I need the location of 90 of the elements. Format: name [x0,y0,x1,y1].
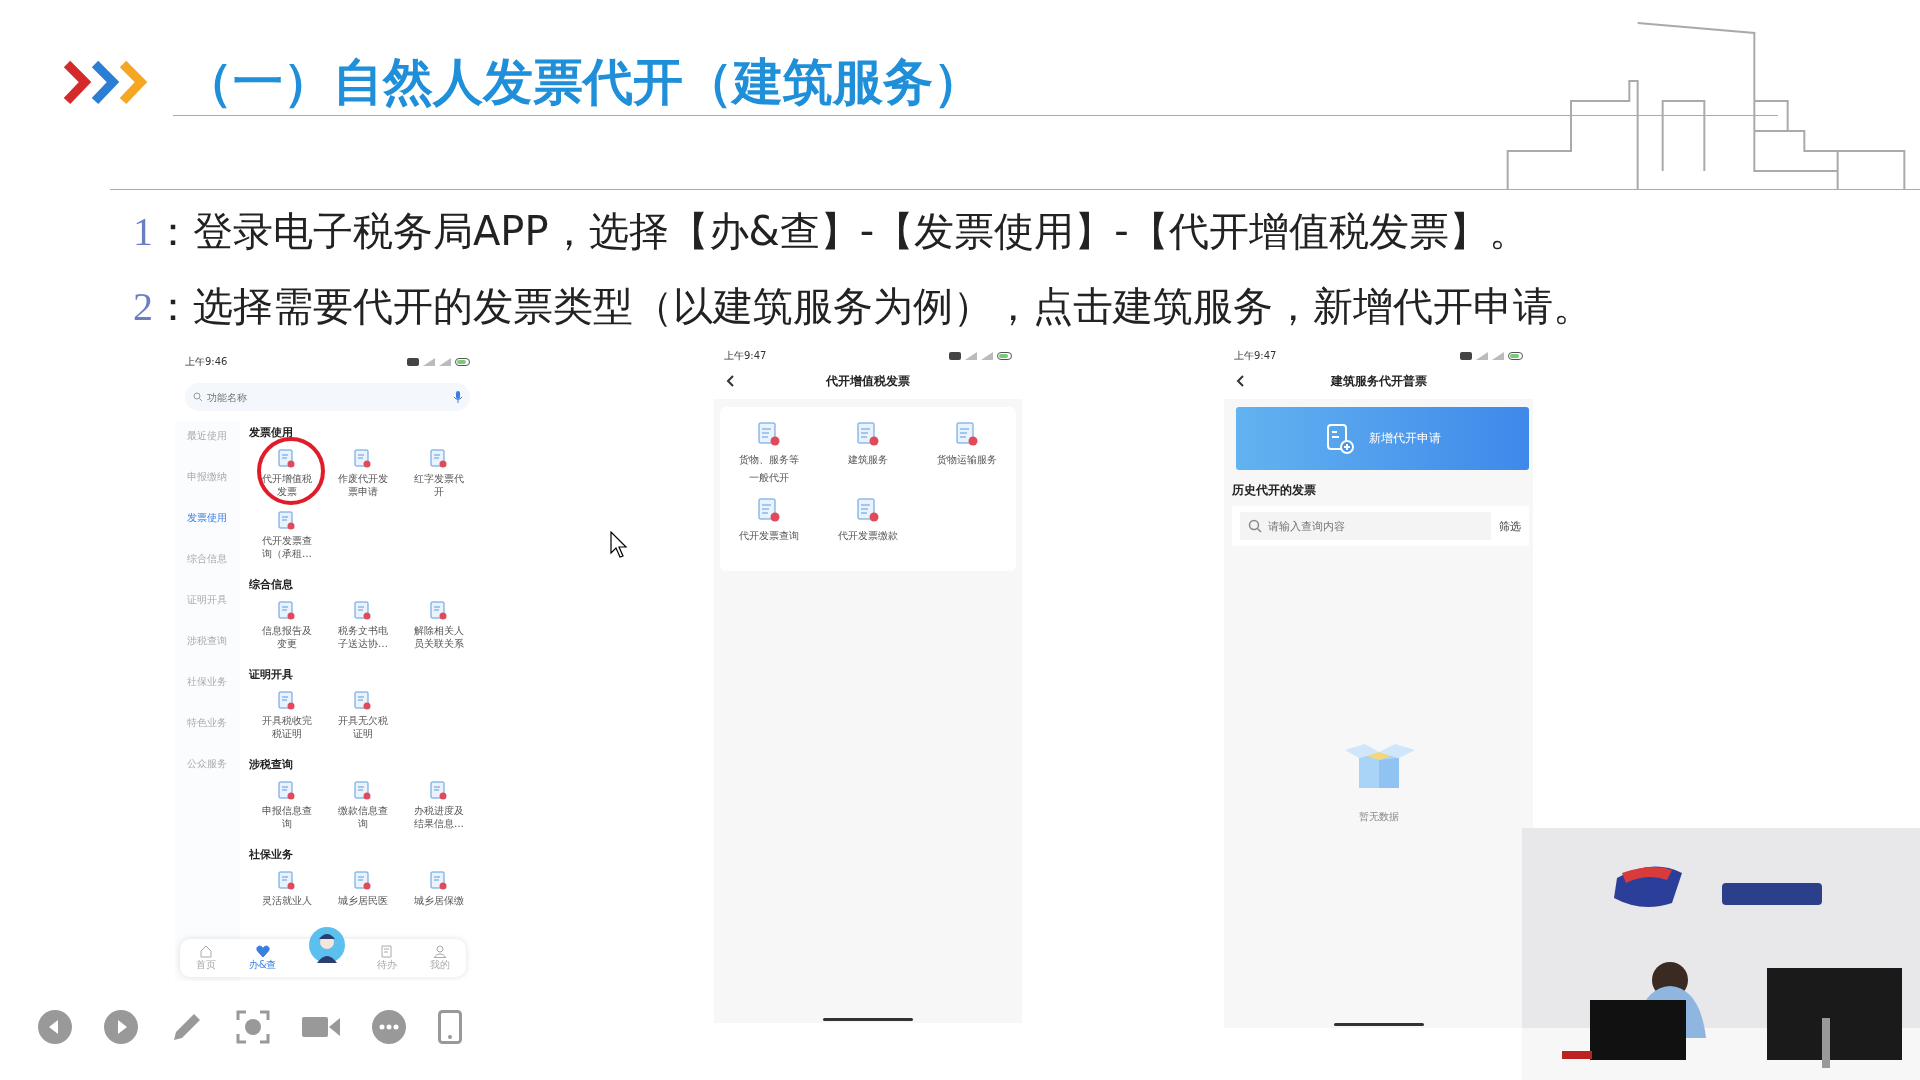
section-title: 社保业务 [249,847,294,863]
document-icon[interactable] [953,421,980,447]
service-label[interactable]: 城乡居保缴 [413,894,465,907]
document-icon[interactable] [278,781,296,801]
signal-icon [439,358,451,366]
step-text: 1：登录电子税务局APP，选择【办&查】-【发票使用】-【代开增值税发票】。 [133,207,1530,256]
status-time: 上午9:46 [185,355,228,369]
previous-icon[interactable] [38,1010,72,1044]
screen-title: 建筑服务代开普票 [1329,372,1428,390]
filter-link[interactable]: 筛选 [1499,518,1521,534]
invoice-type-label[interactable]: 货物、服务等一般代开 [737,451,802,487]
next-icon[interactable] [104,1010,138,1044]
document-icon[interactable] [430,601,448,621]
service-label[interactable]: 城乡居民医 [337,894,389,907]
home-icon [199,944,214,958]
search-field[interactable]: 请输入查询内容 [1240,512,1491,540]
search-field[interactable]: 功能名称 [185,383,470,411]
service-label[interactable]: 办税进度及结果信息… [413,804,465,830]
service-label[interactable]: 代开发票查询（承租… [261,534,313,560]
search-input[interactable]: 功能名称 [207,391,450,403]
section-title: 综合信息 [249,577,294,593]
back-icon[interactable] [726,375,734,387]
document-icon [380,944,395,958]
more-icon[interactable] [372,1010,406,1044]
service-label[interactable]: 灵活就业人 [261,894,313,907]
document-icon[interactable] [354,781,372,801]
service-label[interactable]: 税务文书电子送达协… [337,624,389,650]
document-icon[interactable] [430,871,448,891]
service-label[interactable]: 缴款信息查询 [337,804,389,830]
signal-icon [423,358,435,366]
section-title: 证明开具 [249,667,294,683]
signal-icon [1476,352,1488,360]
section-title: 涉税查询 [249,757,294,773]
invoice-type-label[interactable]: 代开发票查询 [737,527,802,545]
section-title: 发票使用 [249,425,294,441]
search-input[interactable]: 请输入查询内容 [1268,519,1483,533]
signal-icon [981,352,993,360]
document-icon[interactable] [354,449,372,469]
person-icon [432,944,447,958]
document-icon[interactable] [354,691,372,711]
service-label[interactable]: 开具税收完税证明 [261,714,313,740]
signal-icon [1492,352,1504,360]
service-label[interactable]: 开具无欠税证明 [337,714,389,740]
nav-tab[interactable]: 办&查 [248,944,277,972]
slide-title: （一）自然人发票代开（建筑服务） [183,53,983,111]
battery-icon [1508,352,1523,360]
invoice-type-label[interactable]: 货物运输服务 [934,451,999,469]
heart-icon [255,944,270,958]
service-label[interactable]: 代开增值税发票 [261,472,313,498]
hd-icon [1460,352,1472,360]
search-icon [1248,519,1262,533]
category-tab[interactable]: 发票使用 [175,511,227,525]
microphone-icon[interactable] [454,391,462,403]
hd-icon [407,358,419,366]
back-icon[interactable] [1236,375,1244,387]
document-icon[interactable] [855,497,881,523]
service-label[interactable]: 作废代开发票申请 [337,472,389,498]
status-time: 上午9:47 [1234,349,1277,363]
status-time: 上午9:47 [724,349,767,363]
document-icon[interactable] [430,449,448,469]
document-icon[interactable] [278,871,296,891]
document-icon[interactable] [430,781,448,801]
phone-icon[interactable] [438,1010,462,1044]
screen-title: 代开增值税发票 [825,372,911,390]
service-label[interactable]: 信息报告及变更 [261,624,313,650]
service-label[interactable]: 解除相关人员关联关系 [413,624,465,650]
invoice-type-label[interactable]: 建筑服务 [836,451,900,469]
document-icon[interactable] [278,691,296,711]
battery-icon [455,358,470,366]
step-text: 2：选择需要代开的发票类型（以建筑服务为例），点击建筑服务，新增代开申请。 [133,282,1594,331]
signal-icon [965,352,977,360]
invoice-type-label[interactable]: 代开发票缴款 [836,527,900,545]
cursor-icon [610,531,628,559]
service-label[interactable]: 红字发票代开 [413,472,465,498]
document-icon[interactable] [855,421,881,447]
document-icon[interactable] [278,601,296,621]
document-add-icon [1324,422,1357,455]
screenshot-icon[interactable] [236,1010,270,1044]
section-title: 历史代开的发票 [1232,482,1317,499]
document-icon[interactable] [278,449,296,469]
service-label[interactable]: 申报信息查询 [261,804,313,830]
hd-icon [949,352,961,360]
document-icon[interactable] [278,511,296,531]
search-icon [193,392,203,402]
document-icon[interactable] [354,871,372,891]
battery-icon [997,352,1012,360]
document-icon[interactable] [354,601,372,621]
chevrons-icon [63,60,150,105]
empty-state-text: 暂无数据 [1358,810,1399,824]
avatar-icon[interactable] [308,927,345,963]
